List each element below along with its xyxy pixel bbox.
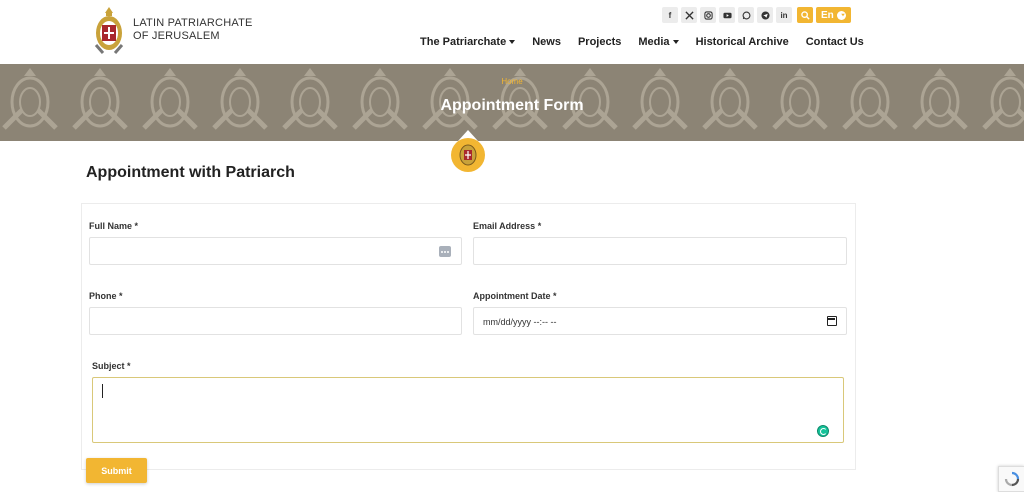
crest-emblem bbox=[449, 130, 487, 174]
main-nav: The Patriarchate News Projects Media His… bbox=[420, 36, 864, 48]
subject-label: Subject * bbox=[92, 361, 131, 371]
recaptcha-icon bbox=[1004, 471, 1019, 487]
patriarchate-crest-icon bbox=[94, 7, 124, 54]
nav-historical-archive[interactable]: Historical Archive bbox=[696, 36, 789, 48]
full-name-input[interactable] bbox=[89, 237, 462, 265]
text-cursor bbox=[102, 384, 103, 398]
logo-line-2: OF JERUSALEM bbox=[133, 30, 220, 42]
youtube-icon[interactable] bbox=[719, 7, 735, 23]
date-placeholder: mm/dd/yyyy --:-- -- bbox=[483, 317, 557, 327]
site-logo[interactable]: LATIN PATRIARCHATE OF JERUSALEM bbox=[91, 5, 253, 55]
search-button[interactable] bbox=[797, 7, 813, 23]
search-icon bbox=[800, 10, 810, 20]
submit-button[interactable]: Submit bbox=[86, 458, 147, 483]
chevron-down-icon bbox=[836, 10, 846, 20]
logo-line-1: LATIN PATRIARCHATE bbox=[133, 17, 253, 29]
grammarly-icon[interactable] bbox=[817, 425, 829, 437]
phone-input[interactable] bbox=[89, 307, 462, 335]
caret-down-icon bbox=[672, 40, 679, 44]
instagram-icon[interactable] bbox=[700, 7, 716, 23]
full-name-label: Full Name * bbox=[89, 221, 139, 231]
form-heading: Appointment with Patriarch bbox=[86, 164, 295, 181]
appointment-date-label: Appointment Date * bbox=[473, 291, 557, 301]
appointment-date-input[interactable]: mm/dd/yyyy --:-- -- bbox=[473, 307, 847, 335]
phone-label: Phone * bbox=[89, 291, 123, 301]
facebook-icon[interactable]: f bbox=[662, 7, 678, 23]
nav-projects[interactable]: Projects bbox=[578, 36, 621, 48]
breadcrumb-home[interactable]: Home bbox=[0, 77, 1024, 86]
telegram-icon[interactable] bbox=[757, 7, 773, 23]
whatsapp-icon[interactable] bbox=[738, 7, 754, 23]
email-label: Email Address * bbox=[473, 221, 542, 231]
page-banner: Home Appointment Form bbox=[0, 64, 1024, 141]
page-title: Appointment Form bbox=[440, 97, 584, 114]
email-input[interactable] bbox=[473, 237, 847, 265]
calendar-icon[interactable] bbox=[827, 316, 837, 326]
site-header: LATIN PATRIARCHATE OF JERUSALEM f in En bbox=[0, 0, 1024, 64]
nav-the-patriarchate[interactable]: The Patriarchate bbox=[420, 36, 516, 48]
language-switcher[interactable]: En bbox=[816, 7, 851, 23]
recaptcha-badge[interactable] bbox=[998, 466, 1024, 492]
nav-news[interactable]: News bbox=[532, 36, 561, 48]
subject-textarea[interactable] bbox=[92, 377, 844, 443]
x-twitter-icon[interactable] bbox=[681, 7, 697, 23]
social-links: f in En bbox=[662, 7, 851, 23]
caret-down-icon bbox=[509, 40, 516, 44]
autofill-icon[interactable] bbox=[439, 246, 451, 257]
nav-contact-us[interactable]: Contact Us bbox=[806, 36, 864, 48]
nav-media[interactable]: Media bbox=[638, 36, 679, 48]
language-label: En bbox=[821, 9, 834, 21]
linkedin-icon[interactable]: in bbox=[776, 7, 792, 23]
